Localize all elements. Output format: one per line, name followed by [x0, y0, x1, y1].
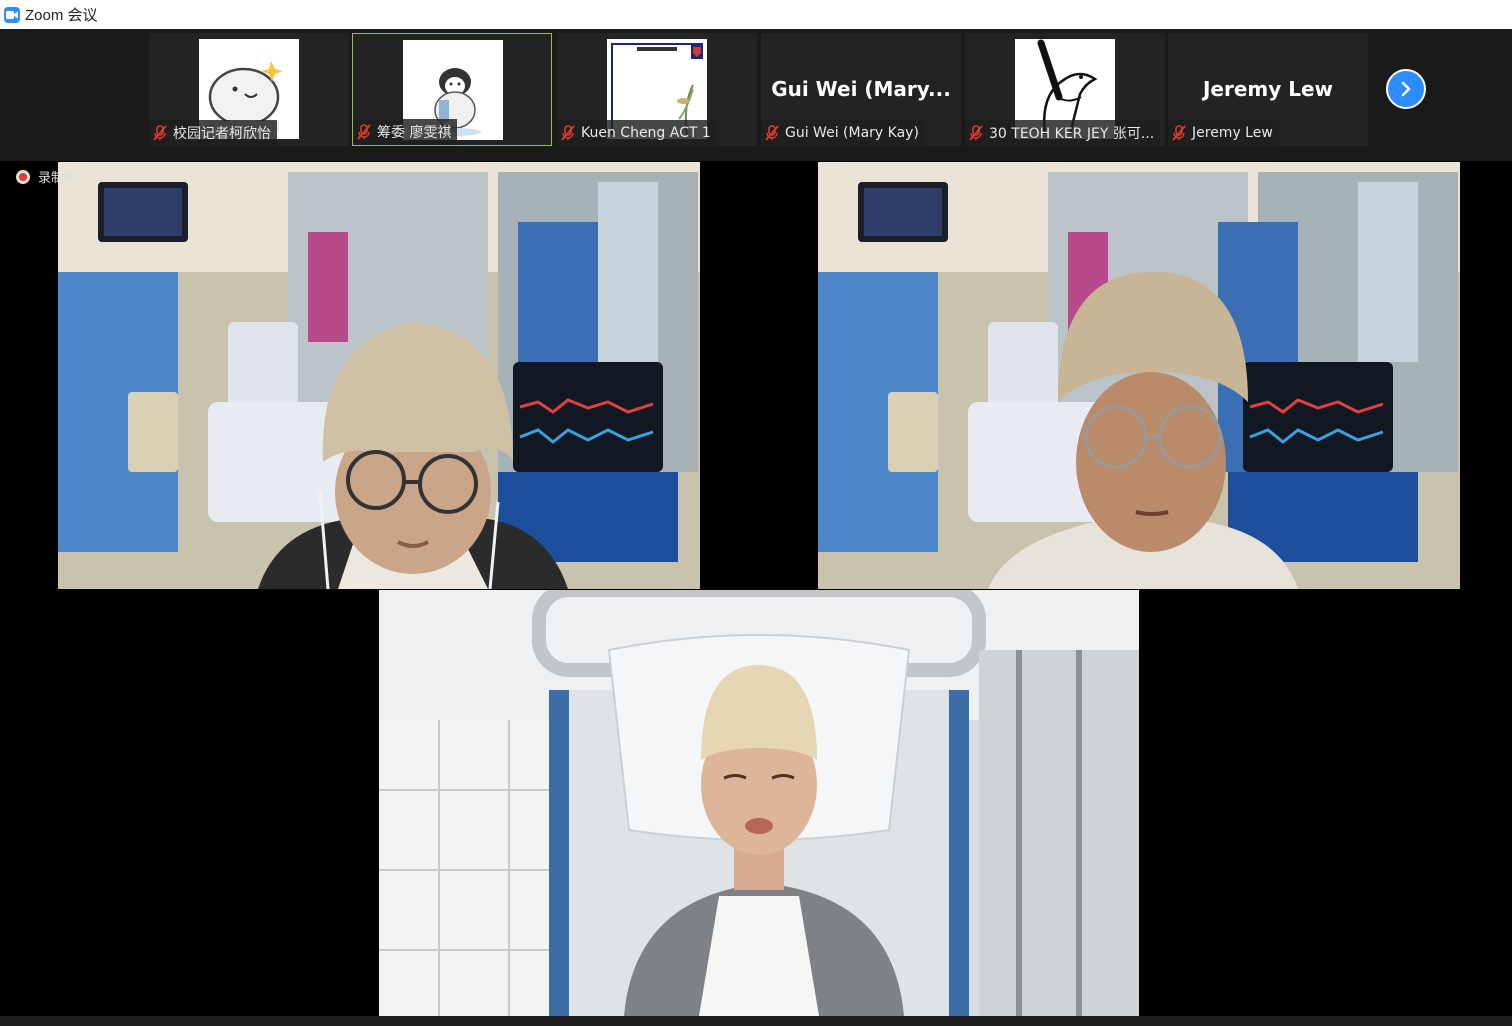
mic-muted-icon — [765, 125, 779, 141]
participant-thumb[interactable]: Jeremy Lew Jeremy Lew — [1168, 33, 1368, 146]
participant-thumb[interactable]: Gui Wei (Mary... Gui Wei (Mary Kay) — [761, 33, 961, 146]
participant-thumb-active[interactable]: 筹委 廖雯祺 — [352, 33, 552, 146]
participant-thumb[interactable]: Kuen Cheng ACT 1 — [557, 33, 757, 146]
mic-muted-icon — [969, 125, 983, 141]
recording-icon — [16, 169, 30, 184]
chevron-right-icon — [1401, 81, 1411, 97]
hospital-room-scene — [818, 162, 1460, 589]
participant-name-tag: 30 TEOH KER JEY 张可... — [965, 120, 1161, 146]
participant-name-tag: Gui Wei (Mary Kay) — [761, 120, 925, 146]
mic-muted-icon — [561, 125, 575, 141]
participant-name: Gui Wei (Mary Kay) — [785, 125, 919, 141]
participant-name-tag: Kuen Cheng ACT 1 — [557, 120, 717, 146]
participant-name: Jeremy Lew — [1192, 125, 1273, 141]
mic-muted-icon — [1172, 125, 1186, 141]
mic-muted-icon — [153, 125, 167, 141]
hospital-bed-scene — [379, 590, 1139, 1016]
participant-name: 筹委 廖雯祺 — [377, 125, 452, 141]
participant-name: 30 TEOH KER JEY 张可... — [989, 126, 1155, 142]
video-tile[interactable] — [58, 162, 700, 589]
bottom-toolbar-edge — [0, 1016, 1512, 1026]
window-titlebar: Zoom 会议 — [0, 0, 1512, 29]
participant-name-tag: 筹委 廖雯祺 — [353, 119, 458, 145]
recording-label: 录制中 — [38, 171, 78, 186]
participant-thumb[interactable]: 30 TEOH KER JEY 张可... — [965, 33, 1165, 146]
participant-strip: 校园记者柯欣怡 筹委 廖雯祺 Kuen Cheng ACT 1 Gui Wei … — [0, 29, 1512, 161]
participant-name: 校园记者柯欣怡 — [173, 126, 271, 142]
mic-muted-icon — [357, 124, 371, 140]
next-page-button[interactable] — [1386, 69, 1426, 109]
window-title: Zoom 会议 — [25, 7, 98, 24]
participant-name-tag: Jeremy Lew — [1168, 120, 1279, 146]
hospital-room-scene — [58, 162, 700, 589]
participant-name-tag: 校园记者柯欣怡 — [149, 120, 277, 146]
video-tile[interactable] — [379, 590, 1139, 1016]
participant-thumb[interactable]: 校园记者柯欣怡 — [149, 33, 349, 146]
zoom-camera-icon — [4, 6, 20, 23]
video-tile[interactable] — [818, 162, 1460, 589]
participant-display-name: Jeremy Lew — [1202, 77, 1334, 101]
participant-name: Kuen Cheng ACT 1 — [581, 125, 711, 141]
participant-display-name: Gui Wei (Mary... — [771, 77, 951, 101]
recording-indicator: 录制中 — [16, 167, 77, 186]
